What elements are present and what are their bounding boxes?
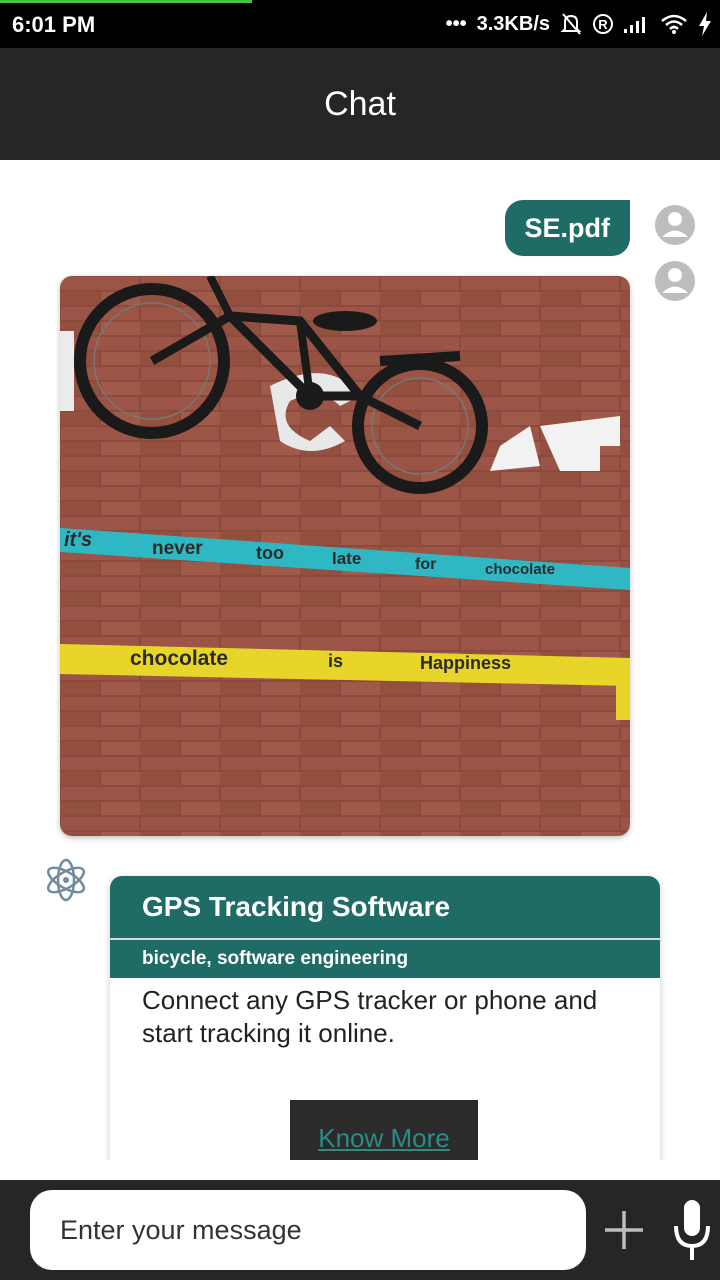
add-attachment-icon[interactable] [602, 1208, 646, 1252]
loading-progress-bar [0, 0, 252, 3]
wall-text: Happiness [420, 653, 511, 673]
card-subtitle: bicycle, software engineering [110, 940, 660, 978]
know-more-button[interactable]: Know More [290, 1100, 478, 1160]
message-input[interactable] [30, 1190, 586, 1270]
microphone-icon[interactable] [672, 1198, 712, 1264]
status-icons: ••• 3.3KB/s R [446, 10, 712, 38]
chat-area[interactable]: SE.pdf it's never too late for chocolate… [0, 160, 720, 1160]
wall-text: for [415, 556, 436, 573]
status-bar: 6:01 PM ••• 3.3KB/s R [0, 0, 720, 48]
mute-bell-icon [560, 12, 582, 36]
card-description: Connect any GPS tracker or phone and sta… [142, 985, 598, 1048]
wall-text: too [256, 543, 284, 563]
message-composer [0, 1180, 720, 1280]
status-time: 6:01 PM [12, 12, 96, 37]
page-title: Chat [324, 84, 396, 123]
signal-icon [624, 14, 650, 34]
user-avatar-icon [655, 205, 695, 245]
net-speed: 3.3KB/s [476, 12, 550, 35]
file-message-bubble[interactable]: SE.pdf [504, 200, 630, 256]
user-avatar-icon [655, 261, 695, 301]
wall-text: it's [64, 529, 92, 551]
wall-text: chocolate [130, 647, 228, 670]
wifi-icon [660, 13, 688, 35]
registered-icon: R [592, 13, 614, 35]
bot-logo-icon [46, 858, 86, 902]
photo-icon: it's never too late for chocolate chocol… [60, 276, 630, 836]
suggestion-card: GPS Tracking Software bicycle, software … [110, 876, 660, 1160]
file-name: SE.pdf [524, 212, 611, 243]
image-message[interactable]: it's never too late for chocolate chocol… [60, 276, 630, 836]
wall-text: chocolate [485, 561, 555, 578]
charging-bolt-icon [698, 12, 712, 36]
card-header: GPS Tracking Software [110, 876, 660, 938]
wall-text: is [328, 651, 343, 671]
app-bar: Chat [0, 48, 720, 160]
svg-text:R: R [598, 17, 608, 32]
wall-text: late [332, 549, 361, 568]
card-title: GPS Tracking Software [142, 891, 451, 922]
wall-text: never [152, 538, 203, 559]
dots-icon: ••• [445, 12, 467, 35]
